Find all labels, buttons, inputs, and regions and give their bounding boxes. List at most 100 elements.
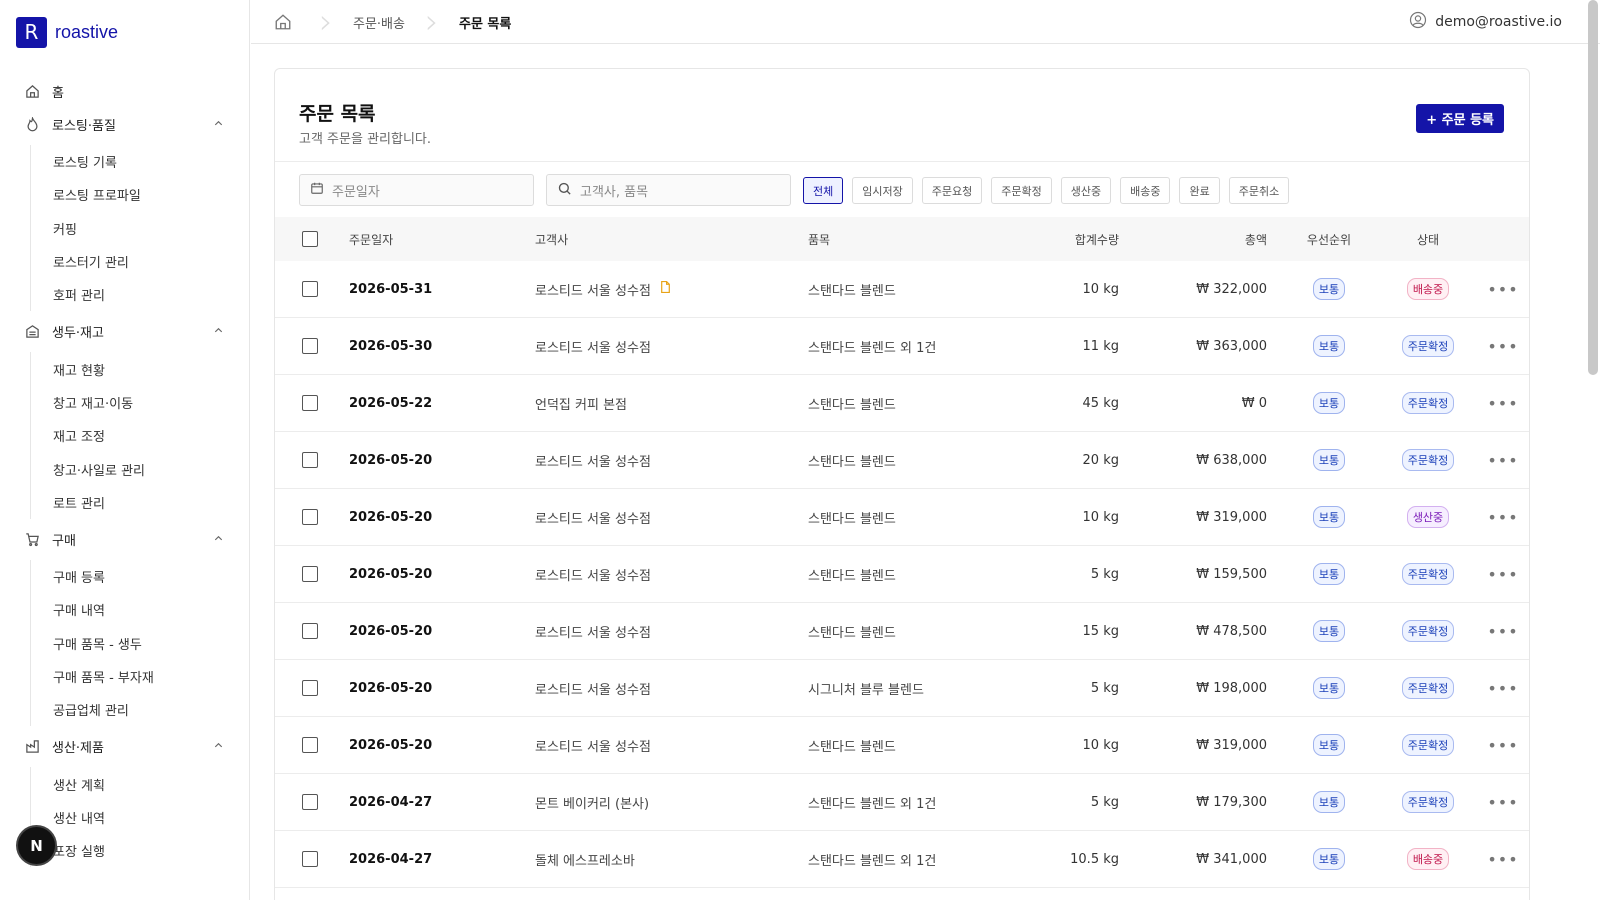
customer-name[interactable]: 언덕집 커피 본점 <box>535 394 627 413</box>
customer-name[interactable]: 로스티드 서울 성수점 <box>535 508 651 527</box>
chevron-up-icon[interactable] <box>213 325 224 340</box>
sidebar-subitem[interactable]: 구매 품목 - 생두 <box>31 627 250 660</box>
customer-name[interactable]: 로스티드 서울 성수점 <box>535 280 651 299</box>
priority-cell: 보통 <box>1294 546 1364 602</box>
table-row[interactable]: 2026-04-27 몬트 베이커리 (본사) 스탠다드 블렌드 외 1건 5 kg ₩… <box>275 774 1529 831</box>
row-checkbox[interactable] <box>302 452 318 468</box>
table-row[interactable]: 2026-05-20 로스티드 서울 성수점 스탠다드 블렌드 5 kg ₩ 159,5… <box>275 546 1529 603</box>
more-options-icon[interactable]: ••• <box>1487 831 1517 887</box>
sidebar-subitem[interactable]: 구매 품목 - 부자재 <box>31 660 250 693</box>
customer-name[interactable]: 몬트 베이커리 (본사) <box>535 793 649 812</box>
more-options-icon[interactable]: ••• <box>1487 318 1517 374</box>
header-qty[interactable]: 합계수량 <box>1075 217 1119 261</box>
row-checkbox[interactable] <box>302 395 318 411</box>
status-filter-chip[interactable]: 생산중 <box>1060 177 1112 204</box>
header-item[interactable]: 품목 <box>808 217 830 261</box>
search-input[interactable]: 고객사, 품목 <box>546 174 791 206</box>
status-filter-chip[interactable]: 전체 <box>803 177 844 204</box>
scrollbar[interactable] <box>1588 0 1598 375</box>
nav-flame[interactable]: 로스팅·품질 <box>0 108 250 141</box>
home-icon[interactable] <box>251 0 315 44</box>
row-checkbox[interactable] <box>302 737 318 753</box>
row-checkbox[interactable] <box>302 851 318 867</box>
sidebar-subitem[interactable]: 로스팅 프로파일 <box>31 178 250 211</box>
nav-factory[interactable]: 생산·제품 <box>0 730 250 763</box>
sidebar-subitem[interactable]: 포장 실행 <box>31 834 250 867</box>
memo-icon[interactable] <box>659 280 672 298</box>
header-customer[interactable]: 고객사 <box>535 217 568 261</box>
breadcrumb-item[interactable]: 주문·배송 <box>337 13 421 32</box>
table-row[interactable]: 2026-05-20 로스티드 서울 성수점 스탠다드 블렌드 10 kg ₩ 319,… <box>275 489 1529 546</box>
sidebar-subitem[interactable]: 재고 현황 <box>31 352 250 385</box>
customer-name[interactable]: 로스티드 서울 성수점 <box>535 622 651 641</box>
sidebar-subitem[interactable]: 구매 등록 <box>31 560 250 593</box>
table-row[interactable]: 2026-05-20 로스티드 서울 성수점 시그니처 블루 블렌드 5 kg ₩ 19… <box>275 660 1529 717</box>
chevron-up-icon[interactable] <box>213 740 224 755</box>
user-menu[interactable]: demo@roastive.io <box>1409 0 1562 44</box>
nav-home[interactable]: 홈 <box>0 75 250 108</box>
status-filter-chip[interactable]: 주문요청 <box>921 177 983 204</box>
select-all-checkbox[interactable] <box>302 231 318 247</box>
more-options-icon[interactable]: ••• <box>1487 261 1517 317</box>
table-row[interactable]: 2026-05-20 로스티드 서울 성수점 스탠다드 블렌드 20 kg ₩ 638,… <box>275 432 1529 489</box>
sidebar-subitem[interactable]: 창고 재고·이동 <box>31 386 250 419</box>
sidebar-subitem[interactable]: 공급업체 관리 <box>31 693 250 726</box>
customer-name[interactable]: 돌체 에스프레소바 <box>535 850 635 869</box>
sidebar-subitem[interactable]: 로스팅 기록 <box>31 145 250 178</box>
floating-n-button[interactable]: N <box>18 827 55 864</box>
header-status[interactable]: 상태 <box>1392 217 1464 261</box>
customer-name[interactable]: 로스티드 서울 성수점 <box>535 451 651 470</box>
row-checkbox[interactable] <box>302 509 318 525</box>
nav-warehouse[interactable]: 생두·재고 <box>0 315 250 348</box>
chevron-up-icon[interactable] <box>213 118 224 133</box>
row-checkbox[interactable] <box>302 566 318 582</box>
table-row[interactable]: 2026-05-31 로스티드 서울 성수점 스탠다드 블렌드 10 kg ₩ 322,… <box>275 261 1529 318</box>
header-priority[interactable]: 우선순위 <box>1294 217 1364 261</box>
sidebar-subitem[interactable]: 호퍼 관리 <box>31 278 250 311</box>
more-options-icon[interactable]: ••• <box>1487 660 1517 716</box>
add-order-button[interactable]: + 주문 등록 <box>1416 104 1504 133</box>
table-row[interactable]: 2026-05-30 로스티드 서울 성수점 스탠다드 블렌드 외 1건 11 kg ₩… <box>275 318 1529 375</box>
more-options-icon[interactable]: ••• <box>1487 546 1517 602</box>
sidebar-subitem[interactable]: 재고 조정 <box>31 419 250 452</box>
header-date[interactable]: 주문일자 <box>349 217 393 261</box>
nav-submenu: 구매 등록 구매 내역 구매 품목 - 생두 구매 품목 - 부자재 공급업체 관리 <box>30 559 250 727</box>
sidebar-subitem[interactable]: 로트 관리 <box>31 486 250 519</box>
chevron-up-icon[interactable] <box>213 533 224 548</box>
more-options-icon[interactable]: ••• <box>1487 717 1517 773</box>
sidebar-subitem[interactable]: 로스터기 관리 <box>31 245 250 278</box>
customer-name[interactable]: 로스티드 서울 성수점 <box>535 337 651 356</box>
header-total[interactable]: 총액 <box>1245 217 1267 261</box>
table-row[interactable]: 2026-04-27 돌체 에스프레소바 스탠다드 블렌드 외 1건 10.5 kg ₩… <box>275 831 1529 888</box>
table-row[interactable]: 2026-05-20 로스티드 서울 성수점 스탠다드 블렌드 15 kg ₩ 478,… <box>275 603 1529 660</box>
sidebar-subitem[interactable]: 생산 내역 <box>31 801 250 834</box>
customer-name[interactable]: 로스티드 서울 성수점 <box>535 736 651 755</box>
order-date-field[interactable]: 주문일자 <box>299 174 534 206</box>
customer-name[interactable]: 로스티드 서울 성수점 <box>535 679 651 698</box>
table-row[interactable]: 2026-05-22 언덕집 커피 본점 스탠다드 블렌드 45 kg ₩ 0 보통 주문확… <box>275 375 1529 432</box>
more-options-icon[interactable]: ••• <box>1487 774 1517 830</box>
status-filter-chip[interactable]: 완료 <box>1179 177 1220 204</box>
sidebar-subitem[interactable]: 커핑 <box>31 212 250 245</box>
row-checkbox[interactable] <box>302 338 318 354</box>
row-checkbox[interactable] <box>302 680 318 696</box>
more-options-icon[interactable]: ••• <box>1487 489 1517 545</box>
status-filter-chip[interactable]: 배송중 <box>1120 177 1171 204</box>
status-filter-chip[interactable]: 주문확정 <box>991 177 1052 204</box>
sidebar-subitem[interactable]: 생산 계획 <box>31 767 250 800</box>
brand-name: roastive <box>55 21 119 42</box>
sidebar-subitem[interactable]: 창고·사일로 관리 <box>31 452 250 485</box>
customer-name[interactable]: 로스티드 서울 성수점 <box>535 565 651 584</box>
status-filter-chip[interactable]: 주문취소 <box>1228 177 1290 204</box>
status-filter-chip[interactable]: 임시저장 <box>852 177 913 204</box>
more-options-icon[interactable]: ••• <box>1487 603 1517 659</box>
row-checkbox[interactable] <box>302 794 318 810</box>
nav-cart[interactable]: 구매 <box>0 523 250 556</box>
row-checkbox[interactable] <box>302 281 318 297</box>
row-checkbox[interactable] <box>302 623 318 639</box>
more-options-icon[interactable]: ••• <box>1487 375 1517 431</box>
table-row[interactable]: 2026-05-20 로스티드 서울 성수점 스탠다드 블렌드 10 kg ₩ 319,… <box>275 717 1529 774</box>
sidebar-subitem[interactable]: 구매 내역 <box>31 593 250 626</box>
more-options-icon[interactable]: ••• <box>1487 432 1517 488</box>
brand[interactable]: R roastive <box>0 0 249 64</box>
